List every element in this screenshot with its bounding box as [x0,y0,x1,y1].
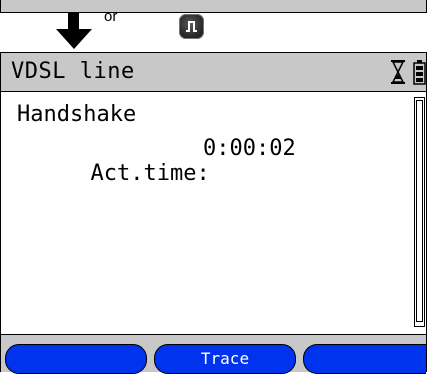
status-text: Handshake [17,102,137,127]
softkey-bar: Trace [1,334,426,374]
battery-icon [413,60,426,85]
scrollbar-thumb[interactable] [416,100,423,322]
or-label: or [104,8,118,25]
down-arrow-icon [56,13,92,49]
pulse-key-icon[interactable] [179,14,204,39]
previous-screen-edge [0,0,427,13]
scrollbar[interactable] [414,97,425,327]
softkey-right[interactable] [303,344,426,374]
title-bar: VDSL line [1,53,426,92]
act-time-label: Act.time: [90,161,210,186]
content-area: Handshake Act.time: 0:00:02 [1,92,426,328]
act-time-row: Act.time: 0:00:02 [11,136,295,236]
softkey-left[interactable] [5,344,147,374]
screen-title: VDSL line [11,59,135,84]
act-time-value: 0:00:02 [203,136,296,161]
softkey-trace[interactable]: Trace [154,344,296,374]
hourglass-icon [391,60,405,84]
device-screen: VDSL line Handshake Act.time: 0:00:02 Tr… [0,52,427,374]
